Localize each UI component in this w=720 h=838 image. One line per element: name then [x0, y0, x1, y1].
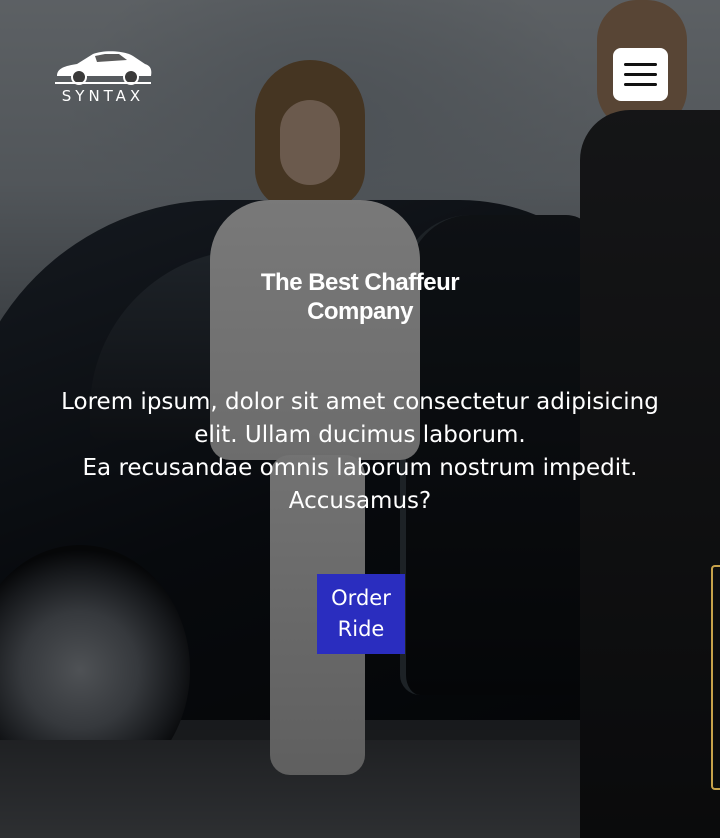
edge-accent [711, 565, 720, 790]
brand-logo[interactable]: SYNTAX [53, 46, 153, 106]
sports-car-icon [53, 46, 153, 88]
menu-button[interactable] [613, 48, 668, 101]
hero-description-line: Lorem ipsum, dolor sit amet consectetur … [61, 389, 659, 448]
logo-text: SYNTAX [61, 87, 145, 105]
hamburger-menu-icon [624, 63, 657, 66]
hero-section: SYNTAX The Best Chaffeur Company Lorem i… [0, 0, 720, 838]
hero-title: The Best Chaffeur Company [260, 269, 460, 325]
hero-description: Lorem ipsum, dolor sit amet consectetur … [40, 386, 680, 518]
hero-description-line: Ea recusandae omnis laborum nostrum impe… [82, 455, 638, 514]
order-ride-button[interactable]: Order Ride [317, 574, 405, 654]
